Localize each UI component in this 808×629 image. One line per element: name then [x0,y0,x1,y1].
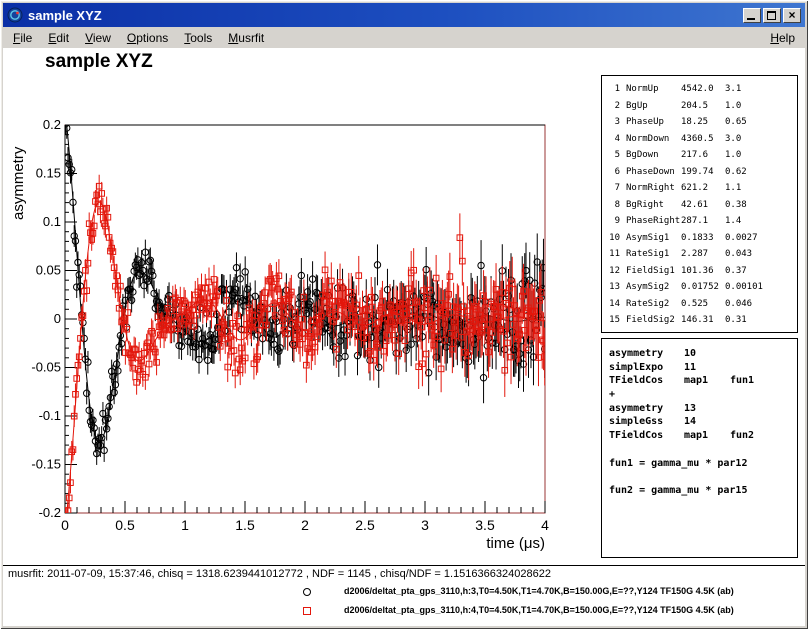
param-row: 13AsymSig20.017520.00101 [607,279,797,296]
param-row: 6PhaseDown199.740.62 [607,164,797,181]
theory-line [609,443,797,457]
theory-line: + [609,388,797,402]
param-row: 9PhaseRight287.11.4 [607,213,797,230]
window-title: sample XYZ [28,8,102,23]
legend-label: d2006/deltat_pta_gps_3110,h:4,T0=4.50K,T… [344,605,734,615]
theory-line: TFieldCosmap1fun2 [609,429,797,443]
param-row: 10AsymSig10.18330.0027 [607,230,797,247]
theory-line: simplExpo11 [609,361,797,375]
menu-item-help[interactable]: Help [762,29,803,47]
legend-label: d2006/deltat_pta_gps_3110,h:3,T0=4.50K,T… [344,586,734,596]
param-row: 15FieldSig2146.310.31 [607,312,797,329]
svg-text:-0.15: -0.15 [31,457,61,472]
canvas: sample XYZ 00.511.522.533.54-0.2-0.15-0.… [3,48,805,626]
svg-text:0.2: 0.2 [43,117,61,132]
svg-text:2: 2 [301,517,309,533]
svg-text:0.1: 0.1 [43,214,61,229]
minimize-icon [747,18,755,20]
svg-text:0: 0 [54,311,61,326]
menu-item-tools[interactable]: Tools [176,29,220,47]
y-axis-title: asymmetry [10,146,27,220]
title-bar[interactable]: sample XYZ × [3,3,805,27]
svg-text:1: 1 [181,517,189,533]
svg-text:3.5: 3.5 [475,517,495,533]
theory-line: fun1 = gamma_mu * par12 [609,457,797,471]
param-row: 5BgDown217.61.0 [607,147,797,164]
svg-text:-0.2: -0.2 [39,505,61,520]
param-row: 12FieldSig1101.360.37 [607,263,797,280]
theory-line: fun2 = gamma_mu * par15 [609,484,797,498]
param-row: 8BgRight42.610.38 [607,197,797,214]
svg-text:1.5: 1.5 [235,517,255,533]
svg-text:0.05: 0.05 [36,263,61,278]
menu-item-file[interactable]: File [5,29,40,47]
x-axis: 0 0.5 1 1.5 2 2.5 3 3.5 4 [61,501,549,533]
footer-info: musrfit: 2011-07-09, 15:37:46, chisq = 1… [8,568,551,580]
param-table: 1NormUp4542.03.12BgUp204.51.03PhaseUp18.… [601,75,798,333]
menu-item-view[interactable]: View [77,29,119,47]
svg-text:2.5: 2.5 [355,517,375,533]
app-icon [7,7,23,23]
svg-text:4: 4 [541,517,549,533]
svg-text:0.15: 0.15 [36,166,61,181]
menu-item-options[interactable]: Options [119,29,176,47]
x-axis-title: time (μs) [486,535,545,552]
svg-text:-0.05: -0.05 [31,360,61,375]
theory-line: asymmetry10 [609,347,797,361]
window: sample XYZ × FileEditViewOptionsToolsMus… [0,0,808,629]
theory-line: simpleGss14 [609,415,797,429]
circle-marker-icon [303,588,311,596]
theory-line: asymmetry13 [609,402,797,416]
footer-separator [3,565,805,566]
param-row: 4NormDown4360.53.0 [607,131,797,148]
fit-line [65,202,545,529]
param-row: 3PhaseUp18.250.65 [607,114,797,131]
param-row: 7NormRight621.21.1 [607,180,797,197]
theory-line: TFieldCosmap1fun1 [609,374,797,388]
menu-item-edit[interactable]: Edit [40,29,77,47]
plot-svg[interactable]: 0 0.5 1 1.5 2 2.5 3 3.5 4 -0.2 -0.15 -0.1 -0.05 0 0.05… [3,48,603,558]
close-icon: × [784,8,800,23]
svg-text:0.5: 0.5 [115,517,135,533]
param-row: 2BgUp204.51.0 [607,98,797,115]
maximize-icon [767,11,776,20]
menu-item-musrfit[interactable]: Musrfit [220,29,272,47]
legend: d2006/deltat_pta_gps_3110,h:3,T0=4.50K,T… [3,583,805,625]
svg-text:-0.1: -0.1 [39,408,61,423]
close-button[interactable]: × [783,8,801,23]
param-row: 1NormUp4542.03.1 [607,81,797,98]
minimize-button[interactable] [743,8,761,23]
theory-block: asymmetry10simplExpo11TFieldCosmap1fun1+… [601,338,798,558]
svg-text:3: 3 [421,517,429,533]
param-row: 11RateSig12.2870.043 [607,246,797,263]
menu-bar: FileEditViewOptionsToolsMusrfit Help [3,27,805,48]
square-marker-icon [303,607,311,615]
svg-text:0: 0 [61,517,69,533]
window-controls: × [743,8,801,23]
maximize-button[interactable] [763,8,781,23]
theory-line [609,470,797,484]
legend-row: d2006/deltat_pta_gps_3110,h:4,T0=4.50K,T… [3,602,805,621]
param-row: 14RateSig20.5250.046 [607,296,797,313]
legend-row: d2006/deltat_pta_gps_3110,h:3,T0=4.50K,T… [3,583,805,602]
